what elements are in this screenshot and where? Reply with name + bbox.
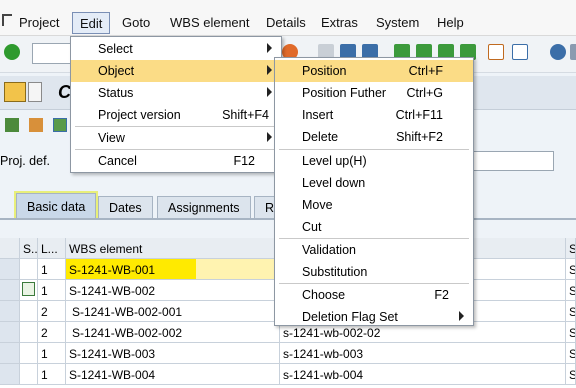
object-submenu: Position Ctrl+F Position Futher Ctrl+G Ins… <box>274 57 474 326</box>
row-selector[interactable] <box>0 322 20 343</box>
tab-assignments[interactable]: Assignments <box>157 196 251 218</box>
menu-item-validation[interactable]: Validation <box>275 239 473 261</box>
menu-item-project-version[interactable]: Project version Shift+F4 <box>71 104 281 126</box>
column-header-s[interactable]: S.. <box>20 238 38 259</box>
menu-item-move[interactable]: Move <box>275 194 473 216</box>
menu-bar: Project Edit Goto WBS element Details Ex… <box>0 0 576 36</box>
menu-item-insert[interactable]: Insert Ctrl+F11 <box>275 104 473 126</box>
status-cell <box>20 280 38 301</box>
menu-item-select[interactable]: Select <box>71 38 281 60</box>
submenu-arrow-icon <box>267 65 272 75</box>
menu-item-choose[interactable]: Choose F2 <box>275 284 473 306</box>
column-header-wbs-element[interactable]: WBS element <box>66 238 280 259</box>
status-cell <box>20 259 38 280</box>
structure-icon[interactable] <box>4 82 26 102</box>
column-header-select[interactable] <box>0 238 20 259</box>
menu-item-delete[interactable]: Delete Shift+F2 <box>275 126 473 148</box>
s-cell: S- <box>566 280 576 301</box>
hierarchy-icon[interactable] <box>5 118 19 132</box>
app-menu-icon[interactable] <box>2 14 12 26</box>
menu-item-status[interactable]: Status <box>71 82 281 104</box>
row-selector[interactable] <box>0 280 20 301</box>
command-field[interactable] <box>32 43 72 64</box>
menu-item-level-up[interactable]: Level up(H) <box>275 150 473 172</box>
menu-item-cut[interactable]: Cut <box>275 216 473 238</box>
shortcut-icon[interactable] <box>512 44 528 60</box>
description-cell[interactable]: s-1241-wb-004 <box>280 364 566 385</box>
column-header-level[interactable]: L... <box>38 238 66 259</box>
menu-edit[interactable]: Edit <box>72 12 111 34</box>
status-cell <box>20 322 38 343</box>
menu-system[interactable]: System <box>376 15 419 30</box>
level-cell: 2 <box>38 322 66 343</box>
menu-help[interactable]: Help <box>437 15 464 30</box>
submenu-arrow-icon <box>267 132 272 142</box>
detail-screen-icon[interactable] <box>22 282 35 296</box>
help-icon[interactable] <box>550 44 566 60</box>
row-selector[interactable] <box>0 364 20 385</box>
menu-item-level-down[interactable]: Level down <box>275 172 473 194</box>
level-cell: 1 <box>38 343 66 364</box>
row-selector[interactable] <box>0 259 20 280</box>
submenu-arrow-icon <box>267 87 272 97</box>
menu-item-object[interactable]: Object <box>71 60 281 82</box>
project-definition-label: Proj. def. <box>0 154 51 168</box>
menu-extras[interactable]: Extras <box>321 15 358 30</box>
menu-details[interactable]: Details <box>266 15 306 30</box>
status-cell <box>20 343 38 364</box>
menu-item-position-further[interactable]: Position Futher Ctrl+G <box>275 82 473 104</box>
row-selector[interactable] <box>0 301 20 322</box>
menu-item-substitution[interactable]: Substitution <box>275 261 473 283</box>
wbs-element-cell[interactable]: S-1241-WB-004 <box>66 364 280 385</box>
menu-item-view[interactable]: View <box>71 127 281 149</box>
s-cell: S- <box>566 364 576 385</box>
menu-project[interactable]: Project <box>19 15 59 30</box>
wbs-element-cell[interactable]: S-1241-WB-003 <box>66 343 280 364</box>
wbs-element-cell[interactable]: S-1241-WB-002-002 <box>66 322 280 343</box>
project-definition-input[interactable] <box>470 151 554 171</box>
tab-basic-data[interactable]: Basic data <box>16 193 97 218</box>
level-cell: 1 <box>38 259 66 280</box>
new-session-icon[interactable] <box>488 44 504 60</box>
tab-dates[interactable]: Dates <box>98 196 153 218</box>
copy-icon[interactable] <box>29 118 43 132</box>
wbs-element-cell[interactable]: S-1241-WB-002 <box>66 280 280 301</box>
s-cell: S- <box>566 259 576 280</box>
level-cell: 2 <box>38 301 66 322</box>
structure-dropdown-icon[interactable] <box>28 82 42 102</box>
submenu-arrow-icon <box>267 43 272 53</box>
description-cell[interactable]: s-1241-wb-003 <box>280 343 566 364</box>
s-cell: S- <box>566 301 576 322</box>
edit-menu: Select Object Status Project version Shif… <box>70 36 282 173</box>
column-header-s2[interactable]: S <box>566 238 576 259</box>
submenu-arrow-icon <box>459 311 464 321</box>
detail-icon[interactable] <box>53 118 67 132</box>
menu-goto[interactable]: Goto <box>122 15 150 30</box>
menu-item-deletion-flag-set[interactable]: Deletion Flag Set <box>275 306 473 328</box>
status-cell <box>20 301 38 322</box>
level-cell: 1 <box>38 280 66 301</box>
menu-wbs-element[interactable]: WBS element <box>170 15 249 30</box>
enter-check-icon[interactable] <box>4 44 20 60</box>
menu-item-cancel[interactable]: Cancel F12 <box>71 150 281 172</box>
wbs-element-cell[interactable]: S-1241-WB-002-001 <box>66 301 280 322</box>
s-cell: S- <box>566 322 576 343</box>
level-cell: 1 <box>38 364 66 385</box>
menu-item-position[interactable]: Position Ctrl+F <box>275 60 473 82</box>
wbs-element-cell[interactable]: S-1241-WB-001 <box>66 259 280 280</box>
customize-icon[interactable] <box>570 44 576 60</box>
row-selector[interactable] <box>0 343 20 364</box>
s-cell: S- <box>566 343 576 364</box>
status-cell <box>20 364 38 385</box>
